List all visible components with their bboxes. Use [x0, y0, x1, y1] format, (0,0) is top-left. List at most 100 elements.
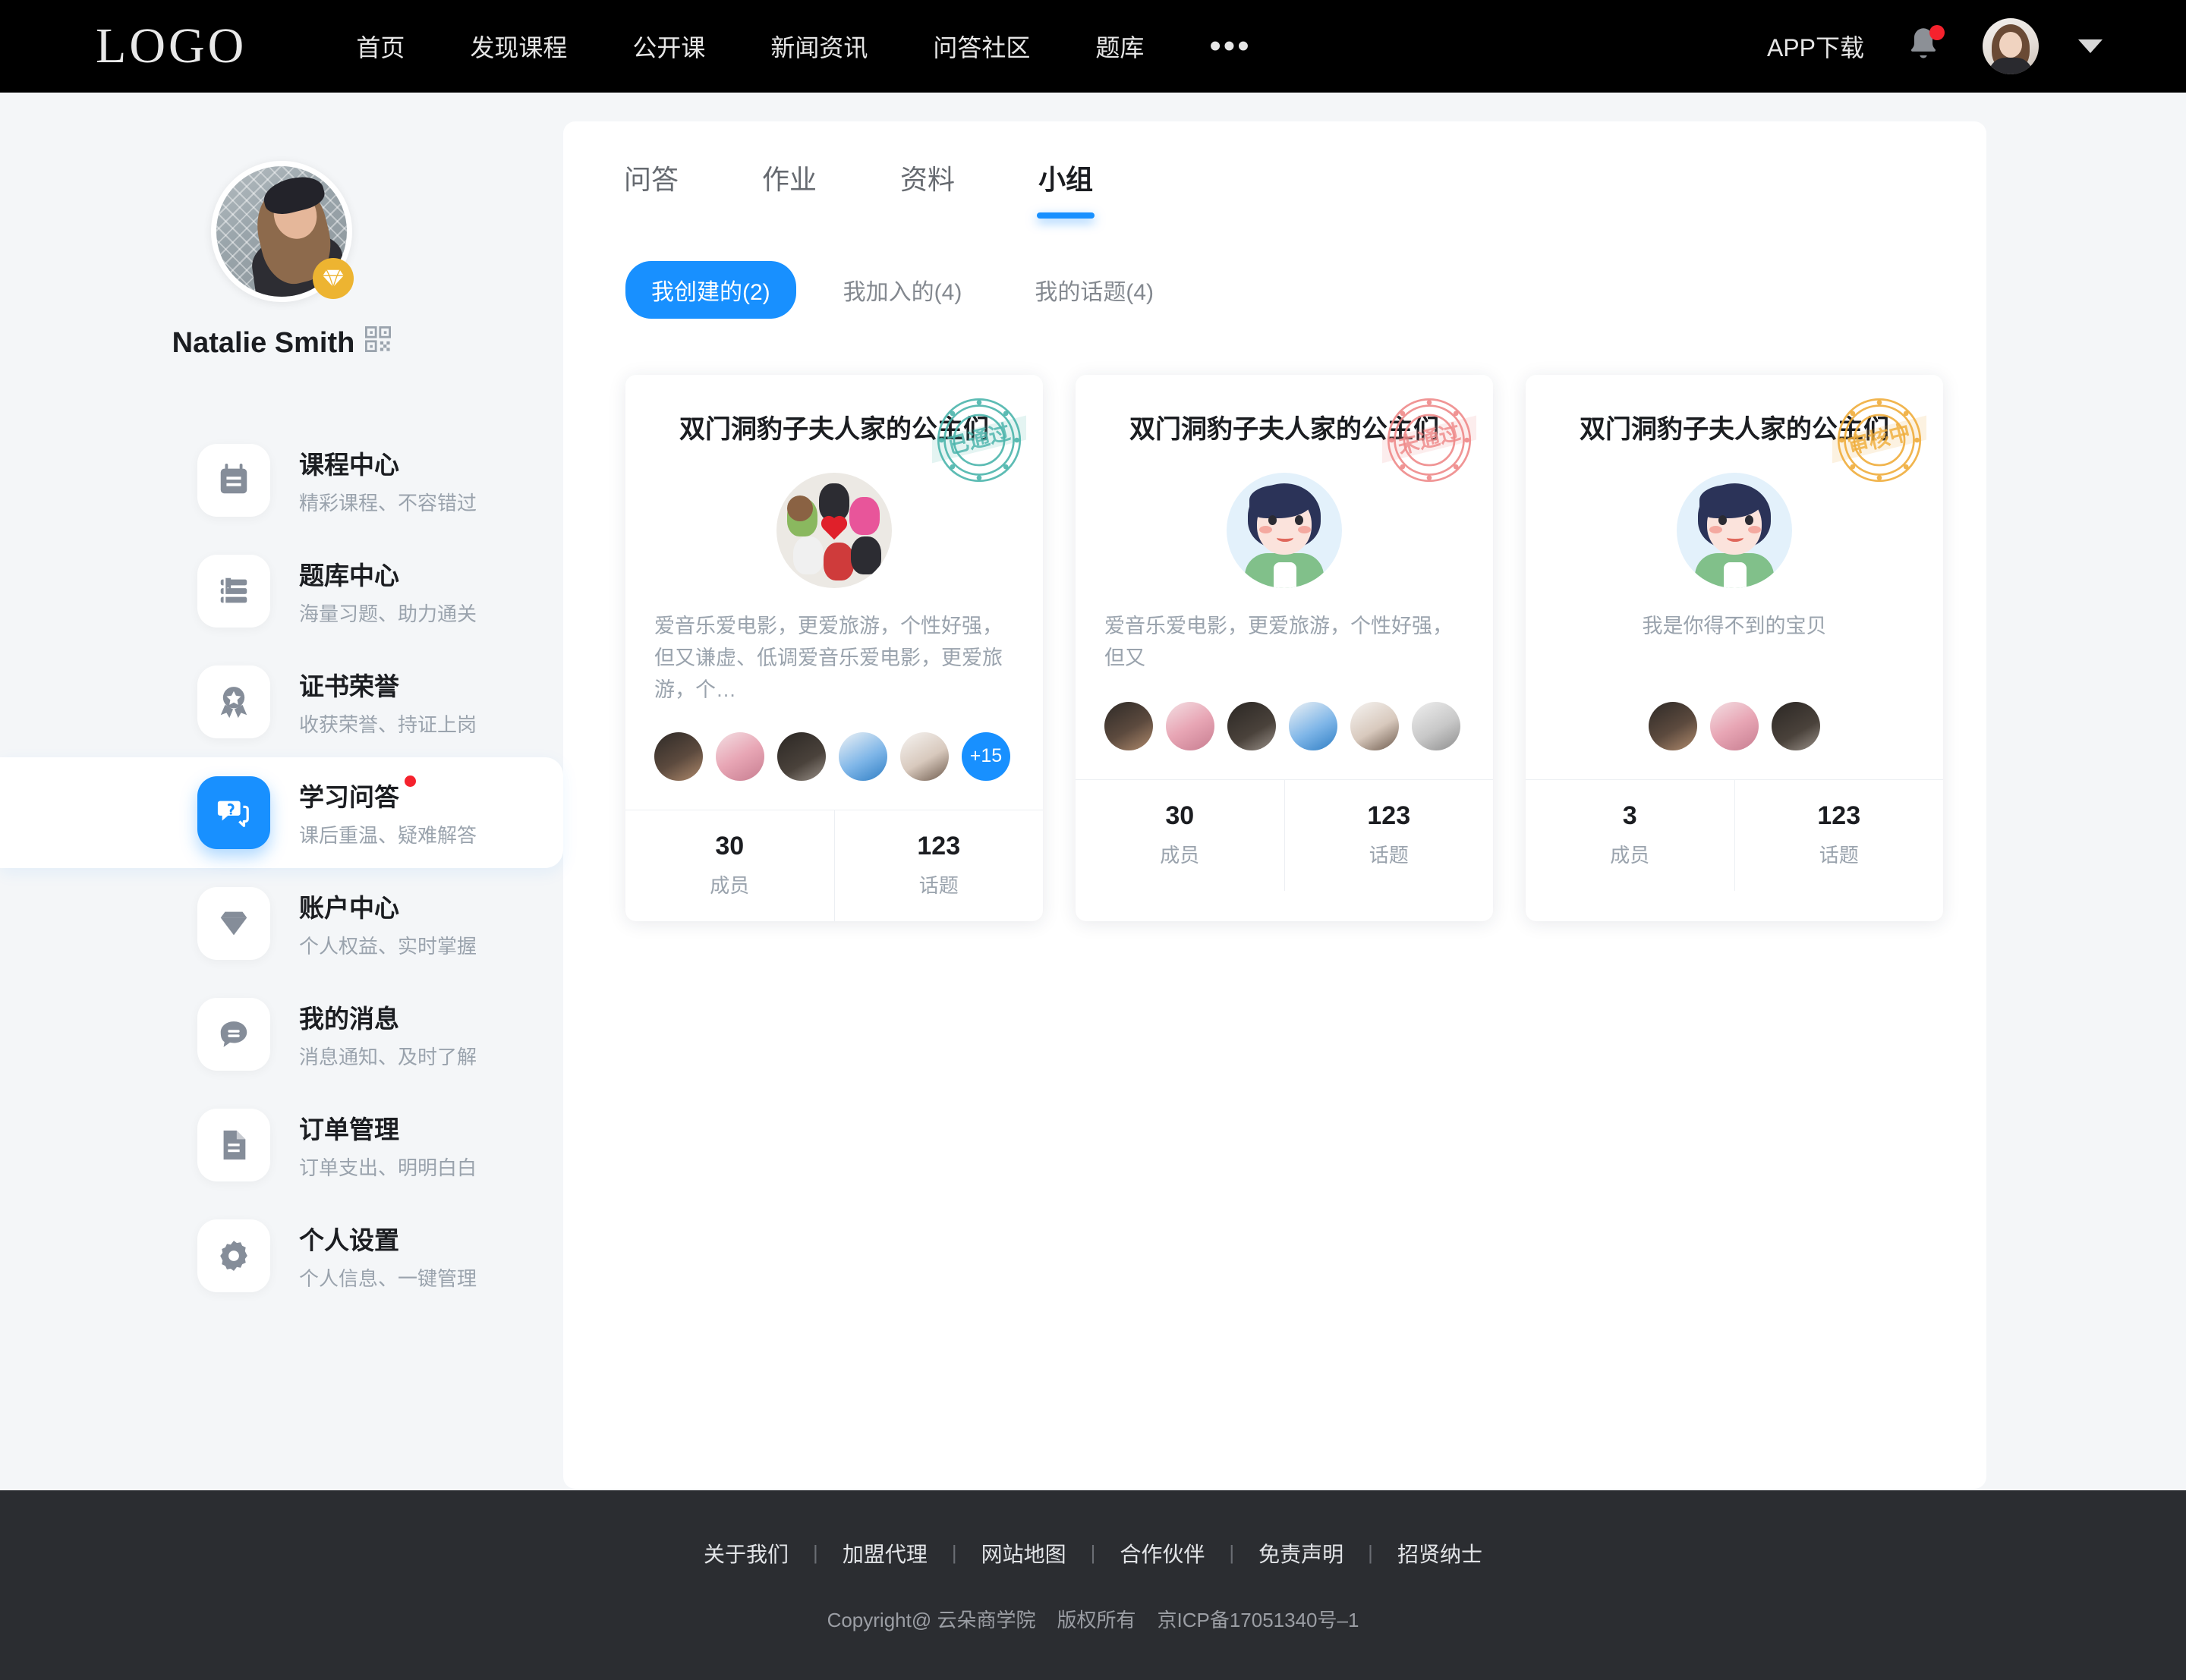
sidebar-item-question-bank-center[interactable]: 题库中心 海量习题、助力通关 [0, 536, 563, 647]
member-avatar[interactable] [777, 731, 826, 781]
sidebar-badge-dot [405, 776, 416, 787]
document-icon [197, 1109, 270, 1181]
tab-materials[interactable]: 资料 [900, 158, 955, 219]
chevron-down-icon[interactable] [2078, 39, 2103, 53]
footer-link-franchise[interactable]: 加盟代理 [843, 1538, 928, 1568]
sidebar-item-course-center[interactable]: 课程中心 精彩课程、不容错过 [0, 425, 563, 536]
footer-link-careers[interactable]: 招贤纳士 [1397, 1538, 1482, 1568]
nav-item-discover-courses[interactable]: 发现课程 [470, 29, 567, 64]
question-chat-icon [197, 776, 270, 849]
footer-link-sitemap[interactable]: 网站地图 [981, 1538, 1066, 1568]
divider: | [1368, 1541, 1373, 1564]
ellipsis-icon[interactable]: ••• [1209, 30, 1251, 63]
stat-value: 123 [917, 831, 961, 860]
sidebar-item-label: 我的消息 [299, 1005, 399, 1033]
group-card[interactable]: 已通过 双门洞豹子夫人家的公主们 爱音乐爱电影，更爱旅游，个性好强，但又谦虚、低… [625, 375, 1043, 921]
sidebar-item-sub: 个人权益、实时掌握 [299, 935, 477, 958]
member-avatar[interactable] [1166, 702, 1214, 750]
footer-link-about[interactable]: 关于我们 [704, 1538, 789, 1568]
content-panel: 问答 作业 资料 小组 我创建的(2) 我加入的(4) 我的话题(4) 已通过 … [563, 121, 1986, 1489]
app-download-link[interactable]: APP下载 [1767, 29, 1864, 64]
divider: | [1229, 1541, 1235, 1564]
stat-members: 30 成员 [1076, 780, 1284, 891]
sidebar-item-label: 个人设置 [299, 1226, 399, 1254]
group-card[interactable]: 审核中 双门洞豹子夫人家的公主们 我是你得不到的宝贝 3 成员 123 话题 [1526, 375, 1943, 921]
footer-copyright: Copyright@ 云朵商学院 版权所有 京ICP备17051340号–1 [827, 1605, 1359, 1633]
group-description: 爱音乐爱电影，更爱旅游，个性好强，但又谦虚、低调爱音乐爱电影，更爱旅游，个… [654, 615, 1003, 701]
tab-homework[interactable]: 作业 [762, 158, 817, 219]
member-avatar[interactable] [1772, 702, 1820, 750]
filter-my-topics[interactable]: 我的话题(4) [1009, 261, 1180, 319]
more-members-badge[interactable]: +15 [962, 731, 1010, 781]
tab-qa[interactable]: 问答 [624, 158, 679, 219]
diamond-badge-icon [313, 258, 354, 299]
content-tabs: 问答 作业 资料 小组 [563, 158, 1986, 219]
bell-icon[interactable] [1904, 25, 1945, 68]
member-avatar[interactable] [654, 731, 703, 781]
group-description: 爱音乐爱电影，更爱旅游，个性好强，但又 [1104, 615, 1453, 669]
footer-link-disclaimer[interactable]: 免责声明 [1258, 1538, 1343, 1568]
main-content: 问答 作业 资料 小组 我创建的(2) 我加入的(4) 我的话题(4) 已通过 … [563, 93, 2186, 1490]
page-body: Natalie Smith 课程中心 精彩课程、不容错过 题库中心 海量习题、助… [0, 93, 2186, 1490]
member-avatar[interactable] [1412, 702, 1460, 750]
sidebar-item-study-qa[interactable]: 学习问答 课后重温、疑难解答 [0, 757, 563, 868]
profile-block: Natalie Smith [0, 161, 563, 360]
group-avatar [776, 473, 892, 588]
sidebar-item-sub: 个人信息、一键管理 [299, 1267, 477, 1290]
sidebar-item-sub: 精彩课程、不容错过 [299, 492, 477, 514]
rights-text: 版权所有 [1057, 1608, 1136, 1631]
card-stats: 30 成员 123 话题 [625, 809, 1043, 921]
footer-link-partners[interactable]: 合作伙伴 [1120, 1538, 1205, 1568]
member-avatar[interactable] [1289, 702, 1337, 750]
divider: | [1090, 1541, 1096, 1564]
gear-icon [197, 1219, 270, 1292]
sidebar-item-certificates[interactable]: 证书荣誉 收获荣誉、持证上岗 [0, 647, 563, 757]
sidebar-item-order-management[interactable]: 订单管理 订单支出、明明白白 [0, 1090, 563, 1200]
member-avatar[interactable] [716, 731, 764, 781]
nav-item-qa-community[interactable]: 问答社区 [933, 29, 1030, 64]
top-header: LOGO 首页 发现课程 公开课 新闻资讯 问答社区 题库 ••• APP下载 [0, 0, 2186, 93]
heart-icon [823, 518, 846, 540]
member-avatar-row: +15 [654, 731, 1014, 810]
book-list-icon [197, 555, 270, 628]
sidebar-item-sub: 消息通知、及时了解 [299, 1046, 477, 1068]
filter-created-by-me[interactable]: 我创建的(2) [625, 261, 796, 319]
icp-text[interactable]: 京ICP备17051340号–1 [1157, 1605, 1359, 1633]
sidebar-item-account-center[interactable]: 账户中心 个人权益、实时掌握 [0, 868, 563, 979]
medal-icon [197, 665, 270, 738]
qr-code-icon[interactable] [365, 326, 392, 360]
group-card-list: 已通过 双门洞豹子夫人家的公主们 爱音乐爱电影，更爱旅游，个性好强，但又谦虚、低… [563, 375, 1986, 921]
group-title: 双门洞豹子夫人家的公主们 [1129, 415, 1439, 444]
sidebar-item-personal-settings[interactable]: 个人设置 个人信息、一键管理 [0, 1200, 563, 1311]
member-avatar[interactable] [1710, 702, 1759, 750]
avatar[interactable] [1983, 18, 2039, 74]
member-avatar[interactable] [1350, 702, 1399, 750]
member-avatar[interactable] [839, 731, 887, 781]
member-avatar[interactable] [1649, 702, 1697, 750]
member-avatar[interactable] [1104, 702, 1153, 750]
nav-item-open-class[interactable]: 公开课 [632, 29, 705, 64]
nav-item-home[interactable]: 首页 [356, 29, 405, 64]
tab-groups[interactable]: 小组 [1038, 158, 1093, 219]
member-avatar[interactable] [900, 731, 949, 781]
card-stats: 3 成员 123 话题 [1526, 779, 1943, 891]
nav-item-news[interactable]: 新闻资讯 [770, 29, 868, 64]
stat-value: 30 [715, 831, 745, 860]
filter-pills: 我创建的(2) 我加入的(4) 我的话题(4) [563, 261, 1986, 319]
sidebar-item-sub: 海量习题、助力通关 [299, 602, 477, 625]
group-title: 双门洞豹子夫人家的公主们 [679, 415, 989, 444]
calendar-icon [197, 444, 270, 517]
divider: | [951, 1541, 957, 1564]
sidebar-item-label: 订单管理 [299, 1115, 399, 1144]
sidebar-item-sub: 订单支出、明明白白 [299, 1156, 477, 1179]
sidebar-item-label: 证书荣誉 [299, 672, 399, 700]
nav-item-question-bank[interactable]: 题库 [1095, 29, 1144, 64]
group-description: 我是你得不到的宝贝 [1642, 615, 1827, 637]
sidebar-item-my-messages[interactable]: 我的消息 消息通知、及时了解 [0, 979, 563, 1090]
site-logo[interactable]: LOGO [96, 17, 247, 75]
filter-joined-by-me[interactable]: 我加入的(4) [817, 261, 988, 319]
member-avatar[interactable] [1227, 702, 1276, 750]
group-card[interactable]: 未通过 双门洞豹子夫人家的公主们 爱音乐爱电影，更爱旅游，个性好强，但又 30 … [1076, 375, 1493, 921]
stat-label: 成员 [1610, 844, 1650, 867]
stat-members: 30 成员 [625, 810, 834, 921]
